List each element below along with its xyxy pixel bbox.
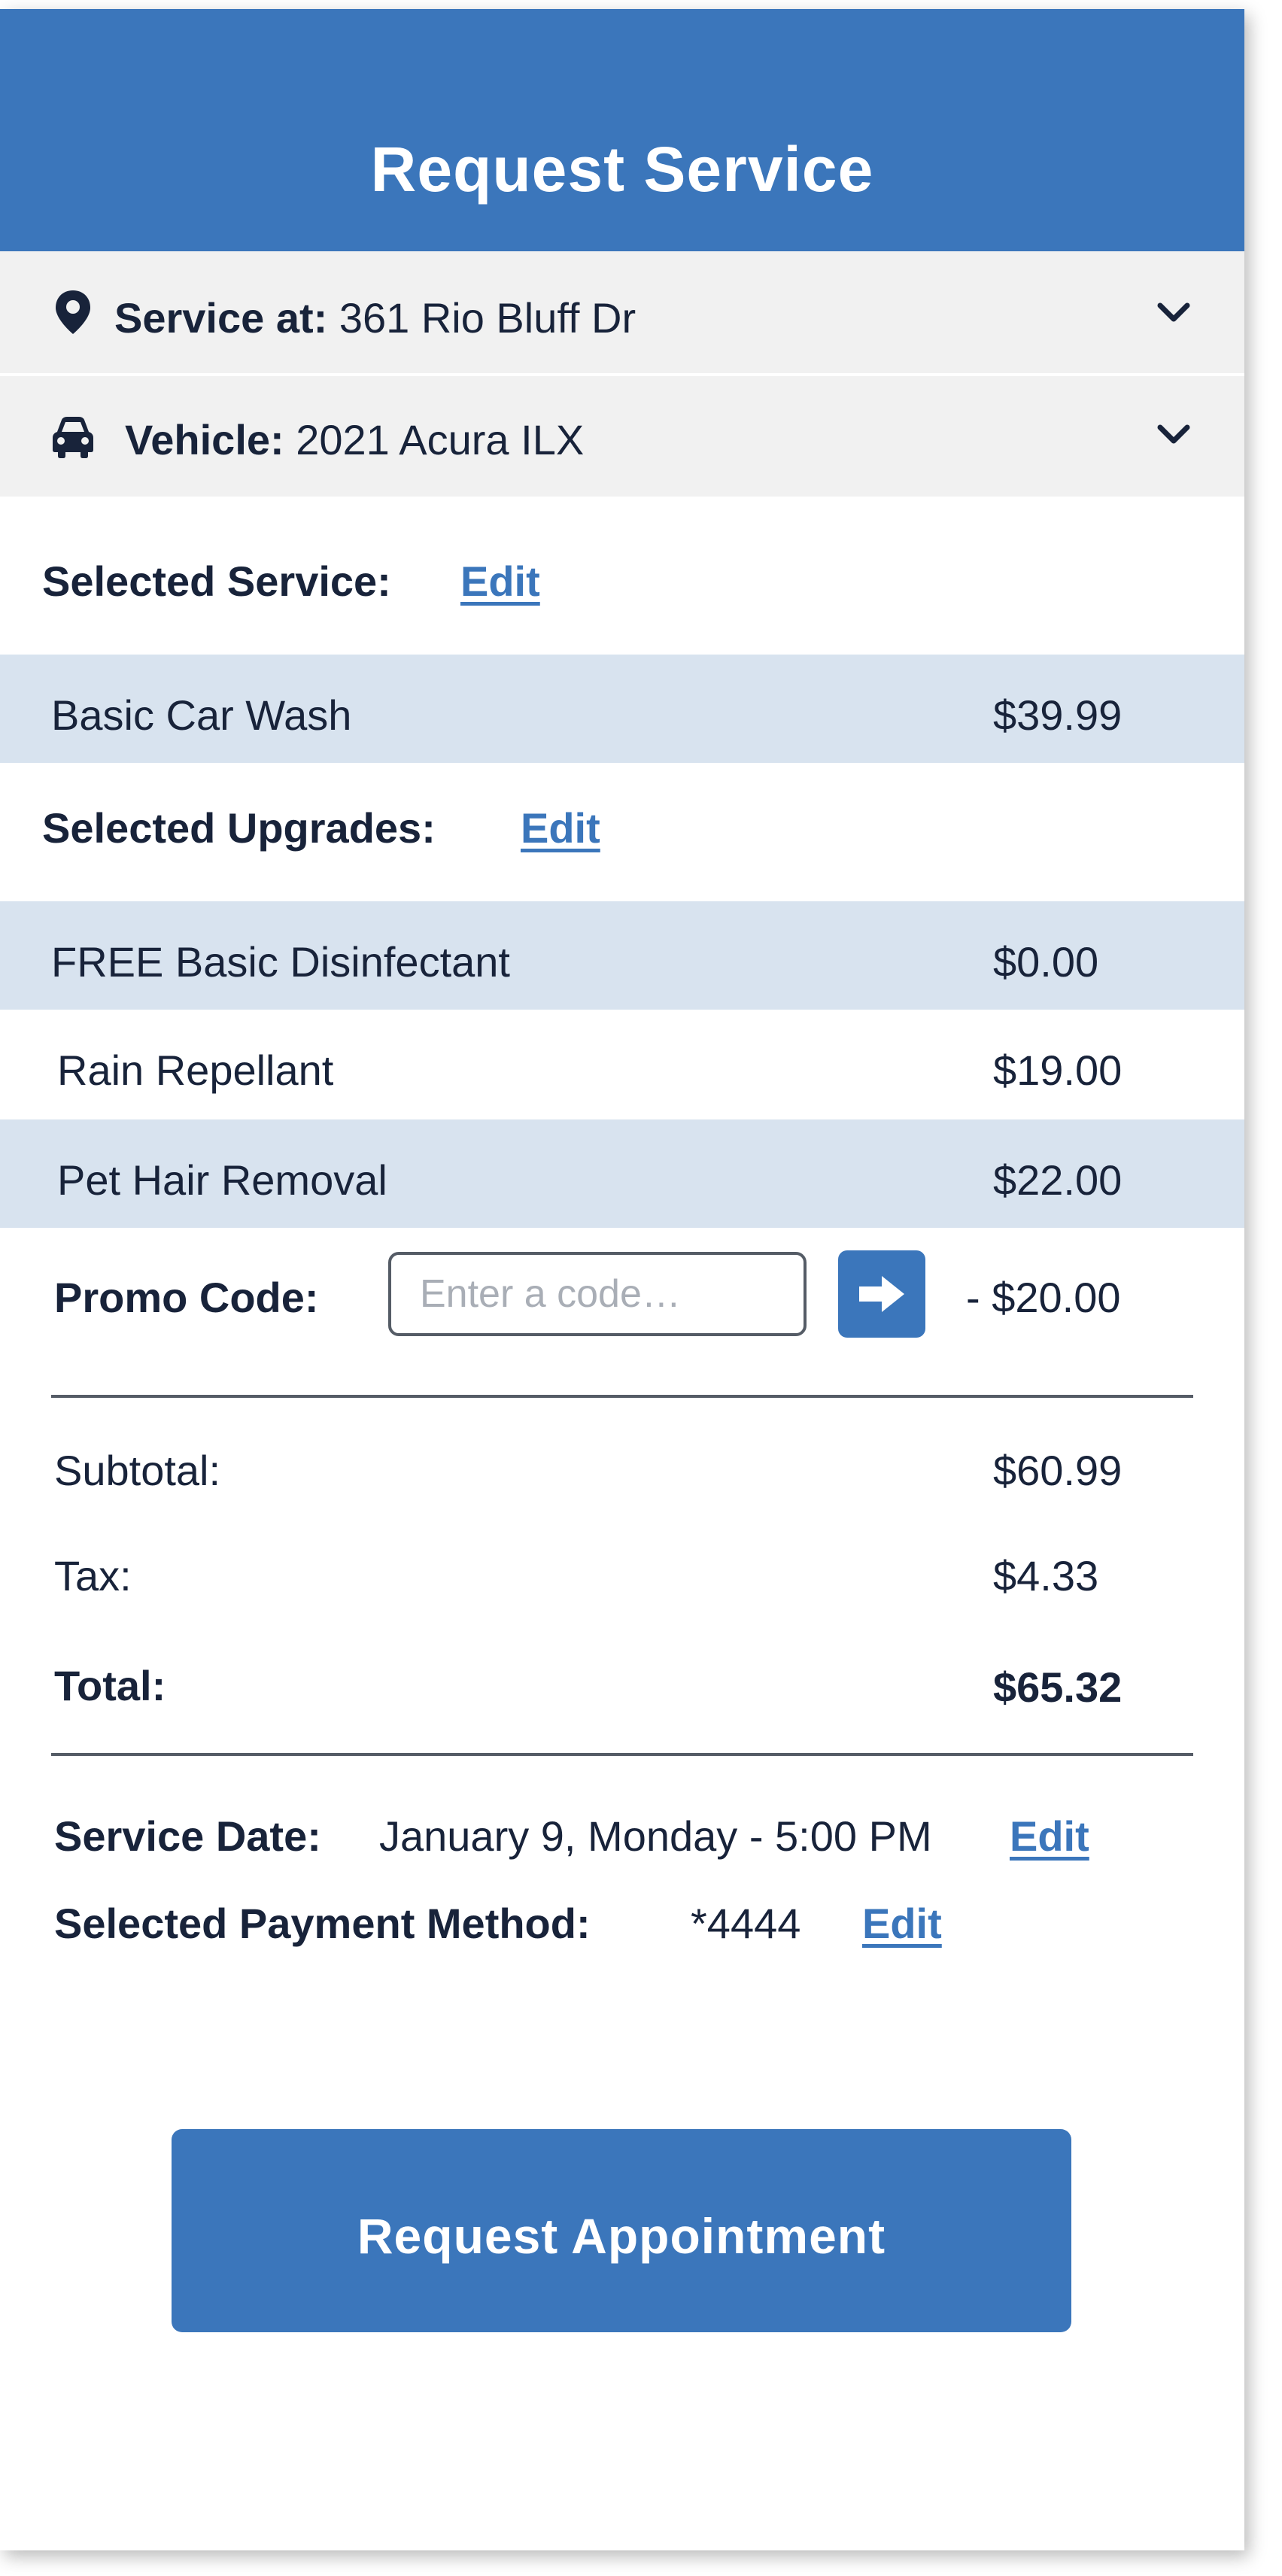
selected-service-heading: Selected Service:	[42, 557, 391, 605]
service-date-label: Service Date:	[54, 1812, 321, 1860]
tax-label: Tax:	[54, 1552, 132, 1599]
app-header: Request Service	[0, 9, 1244, 251]
service-location-value: 361 Rio Bluff Dr	[339, 294, 636, 342]
map-pin-icon	[56, 290, 90, 334]
car-icon	[53, 417, 93, 458]
request-appointment-label: Request Appointment	[357, 2208, 886, 2264]
edit-payment-link[interactable]: Edit	[862, 1899, 942, 1948]
apply-promo-button[interactable]	[838, 1250, 925, 1338]
service-location-selector[interactable]: Service at: 361 Rio Bluff Dr	[0, 251, 1244, 373]
total-label: Total:	[54, 1662, 166, 1709]
upgrade-name: FREE Basic Disinfectant	[51, 938, 510, 986]
promo-discount: - $20.00	[966, 1274, 1121, 1321]
edit-upgrades-link[interactable]: Edit	[521, 803, 600, 852]
payment-method-value: *4444	[691, 1900, 801, 1947]
upgrade-row: Rain Repellant $19.00	[0, 1010, 1244, 1118]
service-date-value: January 9, Monday - 5:00 PM	[379, 1812, 932, 1860]
app-screen: Request Service Service at: 361 Rio Bluf…	[0, 9, 1244, 2550]
selected-upgrades-heading: Selected Upgrades:	[42, 804, 436, 852]
subtotal-label: Subtotal:	[54, 1447, 221, 1494]
edit-date-link[interactable]: Edit	[1010, 1812, 1089, 1861]
promo-code-label: Promo Code:	[54, 1274, 319, 1321]
chevron-down-icon[interactable]	[1151, 298, 1196, 328]
service-location-text: Service at: 361 Rio Bluff Dr	[114, 293, 636, 342]
upgrade-price: $19.00	[993, 1046, 1123, 1094]
edit-service-link[interactable]: Edit	[460, 557, 540, 606]
upgrade-row: FREE Basic Disinfectant $0.00	[0, 901, 1244, 1010]
divider	[51, 1395, 1193, 1398]
tax-value: $4.33	[993, 1552, 1099, 1599]
upgrade-price: $0.00	[993, 938, 1099, 986]
payment-method-label: Selected Payment Method:	[54, 1900, 591, 1947]
subtotal-value: $60.99	[993, 1447, 1123, 1494]
total-value: $65.32	[993, 1663, 1123, 1711]
service-price: $39.99	[993, 691, 1123, 739]
page-title: Request Service	[370, 134, 874, 205]
service-name: Basic Car Wash	[51, 691, 352, 739]
vehicle-label: Vehicle:	[125, 416, 284, 463]
upgrade-name: Rain Repellant	[57, 1046, 334, 1094]
arrow-right-icon	[859, 1276, 904, 1312]
vehicle-text: Vehicle: 2021 Acura ILX	[125, 415, 584, 464]
request-appointment-button[interactable]: Request Appointment	[172, 2129, 1071, 2332]
chevron-down-icon[interactable]	[1151, 420, 1196, 450]
service-location-label: Service at:	[114, 294, 328, 342]
upgrade-price: $22.00	[993, 1156, 1123, 1204]
upgrade-row: Pet Hair Removal $22.00	[0, 1119, 1244, 1228]
promo-code-input[interactable]	[388, 1252, 807, 1336]
upgrade-name: Pet Hair Removal	[57, 1156, 387, 1204]
vehicle-value: 2021 Acura ILX	[296, 416, 585, 463]
divider	[51, 1753, 1193, 1756]
vehicle-selector[interactable]: Vehicle: 2021 Acura ILX	[0, 376, 1244, 497]
service-row: Basic Car Wash $39.99	[0, 655, 1244, 763]
